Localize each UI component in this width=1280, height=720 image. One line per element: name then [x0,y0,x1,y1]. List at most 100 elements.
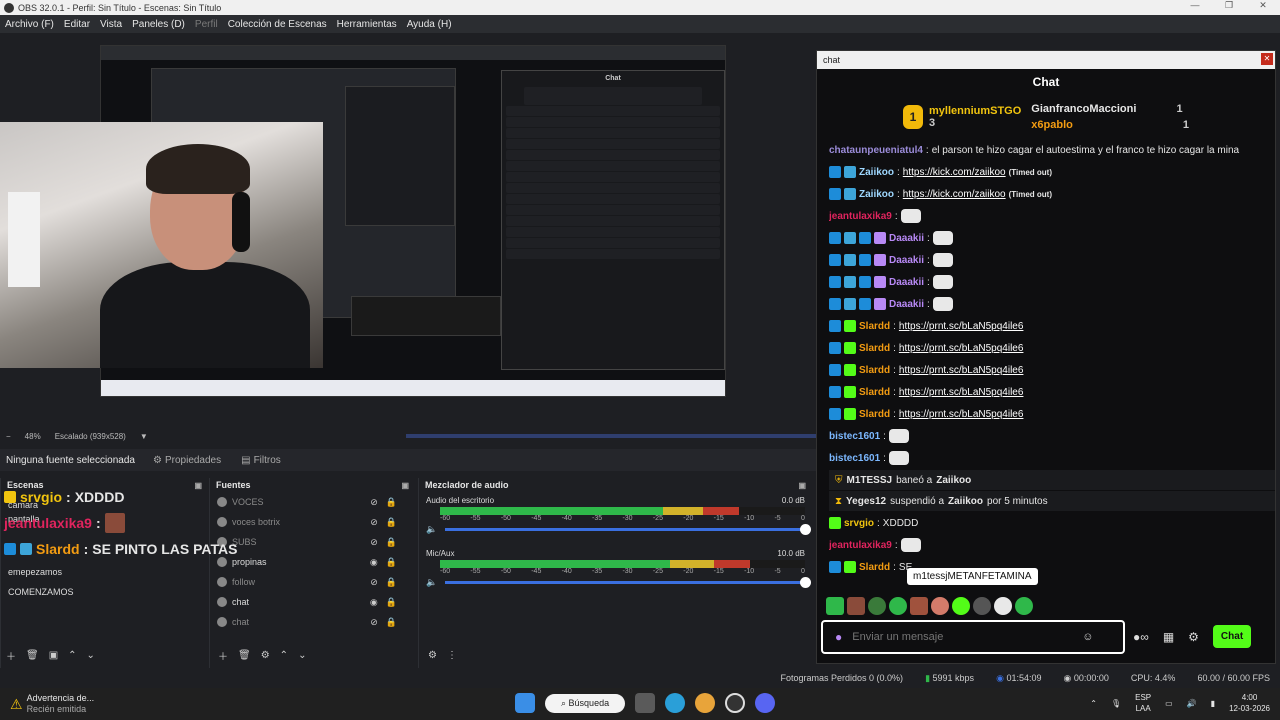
settings-gear-icon[interactable]: ⚙ [1188,630,1199,644]
menu-editar[interactable]: Editar [59,19,95,30]
menu-paneles[interactable]: Paneles (D) [127,19,190,30]
chat-username[interactable]: Daaakii [889,299,924,310]
chat-username[interactable]: Zaiikoo [859,189,894,200]
chat-username[interactable]: srvgio [844,518,874,529]
chrome-icon[interactable] [695,693,716,713]
menu-perfil[interactable]: Perfil [190,19,223,30]
emoji-icon[interactable]: ☺ [1082,631,1093,643]
chat-username[interactable]: chataunpeueniatul4 [829,145,923,156]
mic-icon[interactable]: ● [835,630,842,644]
chat-username[interactable]: bistec1601 [829,431,880,442]
minimize-button[interactable]: — [1178,0,1212,11]
volume-icon[interactable]: 🔊 [1187,698,1197,709]
chat-username[interactable]: Zaiikoo [859,167,894,178]
lock-icon[interactable]: 🔒 [386,497,397,508]
properties-button[interactable]: ⚙ Propiedades [146,452,228,469]
emote-button[interactable] [910,597,928,615]
preview-scrollbar[interactable] [406,434,816,438]
start-windows-icon[interactable] [515,693,535,713]
remove-source-button[interactable]: 🗑 [238,650,251,661]
chat-send-button[interactable]: Chat [1212,625,1252,648]
source-item[interactable]: follow ⊘ 🔒 [210,572,415,592]
chat-username[interactable]: Slardd [859,321,890,332]
chat-username[interactable]: Slardd [859,343,890,354]
visibility-icon[interactable]: ⊘ [370,517,378,528]
chat-username[interactable]: bistec1601 [829,453,880,464]
emote-button[interactable] [889,597,907,615]
speaker-icon[interactable]: 🔈 [426,577,437,588]
chat-username[interactable]: jeantulaxika9 [829,540,892,551]
emote-button[interactable] [847,597,865,615]
move-down-button[interactable]: ⌄ [298,650,306,661]
warning-notification[interactable]: ⚠ Advertencia de... Recién emitida [0,693,300,715]
lock-icon[interactable]: 🔒 [386,617,397,628]
filters-button[interactable]: ▤ Filtros [234,452,288,469]
clock[interactable]: 4:00 12-03-2026 [1229,692,1270,714]
chat-input-box[interactable]: ● ☺ [821,620,1125,654]
chat-input[interactable] [852,631,1073,643]
lock-icon[interactable]: 🔒 [386,557,397,568]
visibility-icon[interactable]: ◉ [370,597,378,608]
zoom-level[interactable]: 48% [25,432,41,441]
language-indicator[interactable]: ESP LAA [1135,692,1151,714]
chat-link[interactable]: https://prnt.sc/bLaN5pq4ile6 [899,387,1024,398]
visibility-icon[interactable]: ⊘ [370,537,378,548]
emote-button[interactable] [994,597,1012,615]
chat-username[interactable]: Slardd [859,409,890,420]
menu-archivo[interactable]: Archivo (F) [0,19,59,30]
maximize-button[interactable]: ❐ [1212,0,1246,11]
mic-tray-icon[interactable]: 🎙 [1111,698,1121,709]
chat-username[interactable]: jeantulaxika9 [829,211,892,222]
task-view-icon[interactable] [635,693,656,713]
scale-dropdown-icon[interactable]: ▼ [140,432,148,441]
chat-username[interactable]: Slardd [859,365,890,376]
visibility-icon[interactable]: ◉ [370,557,378,568]
move-down-button[interactable]: ⌄ [87,650,95,661]
chat-link[interactable]: https://prnt.sc/bLaN5pq4ile6 [899,321,1024,332]
edge-icon[interactable] [665,693,686,713]
discord-icon[interactable] [755,693,776,713]
chat-username[interactable]: Daaakii [889,277,924,288]
lock-icon[interactable]: 🔒 [386,517,397,528]
speaker-icon[interactable]: 🔈 [426,524,437,535]
dock-undock-icon[interactable]: ▣ [798,481,806,490]
emote-button[interactable] [931,597,949,615]
chat-link[interactable]: https://kick.com/zaiikoo [903,189,1006,200]
store-icon[interactable]: ▦ [1163,630,1174,644]
source-item[interactable]: chat ◉ 🔒 [210,592,415,612]
chat-username[interactable]: Slardd [859,562,890,573]
tray-expand-icon[interactable]: ⌃ [1090,698,1097,709]
menu-vista[interactable]: Vista [95,19,127,30]
preview-canvas[interactable]: Chat [0,33,816,428]
chat-link[interactable]: https://prnt.sc/bLaN5pq4ile6 [899,365,1024,376]
source-settings-button[interactable]: ⚙ [261,650,270,661]
menu-ayuda[interactable]: Ayuda (H) [402,19,457,30]
source-item[interactable]: chat ⊘ 🔒 [210,612,415,632]
chat-username[interactable]: Daaakii [889,233,924,244]
add-scene-button[interactable]: ＋ [6,648,16,663]
chat-username[interactable]: Daaakii [889,255,924,266]
emote-button[interactable] [973,597,991,615]
volume-slider[interactable] [445,577,811,588]
chat-link[interactable]: https://kick.com/zaiikoo [903,167,1006,178]
emote-button[interactable] [868,597,886,615]
network-icon[interactable]: ▭ [1165,698,1173,709]
emote-button[interactable] [826,597,844,615]
visibility-icon[interactable]: ⊘ [370,577,378,588]
emote-button[interactable] [1015,597,1033,615]
visibility-icon[interactable]: ⊘ [370,497,378,508]
chat-username[interactable]: Slardd [859,387,890,398]
volume-slider[interactable] [445,524,811,535]
taskbar-search[interactable]: ⌕ Búsqueda [545,693,626,713]
lock-icon[interactable]: 🔒 [386,597,397,608]
mixer-menu-icon[interactable]: ⋮ [447,650,457,661]
kicks-icon[interactable]: ●∞ [1133,630,1149,644]
scene-filter-button[interactable]: ▣ [49,650,58,661]
emote-button[interactable] [952,597,970,615]
move-up-button[interactable]: ⌃ [280,650,288,661]
move-up-button[interactable]: ⌃ [68,650,76,661]
battery-icon[interactable]: ▮ [1211,698,1215,709]
menu-coleccion[interactable]: Colección de Escenas [223,19,332,30]
close-button[interactable]: ✕ [1246,0,1280,11]
chat-close-button[interactable]: ✕ [1261,53,1273,65]
